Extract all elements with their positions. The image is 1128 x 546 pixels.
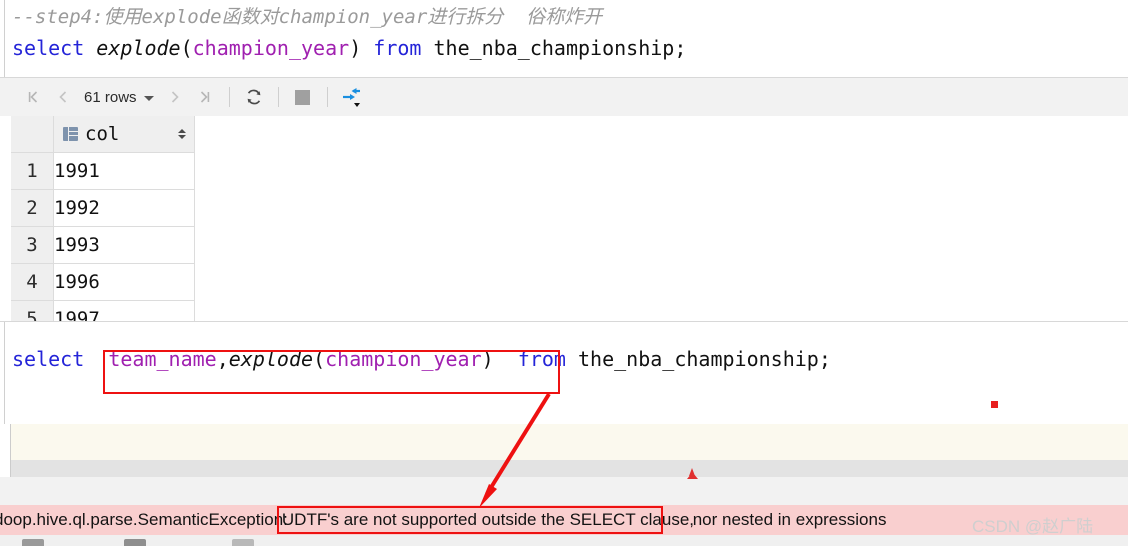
- sort-arrows-icon[interactable]: [177, 129, 186, 139]
- row-number: 3: [11, 226, 54, 264]
- sort-asc-arrow: [177, 129, 186, 133]
- paren-close: ): [349, 36, 362, 60]
- result-toolbar: 61 rows: [0, 78, 1128, 117]
- sql-editor-top[interactable]: --step4:使用explode函数对champion_year进行拆分 俗称…: [0, 0, 1128, 78]
- error-prefix: doop.hive.ql.parse.SemanticException:: [0, 510, 288, 529]
- error-suffix: nor nested in expressions: [688, 510, 887, 529]
- next-page-icon[interactable]: [160, 83, 190, 111]
- band-gutter-gray: [0, 460, 11, 477]
- table-row[interactable]: 5 1997: [11, 300, 195, 321]
- refresh-icon[interactable]: [239, 83, 269, 111]
- space2: [361, 36, 373, 60]
- row-number-header: [11, 116, 54, 153]
- red-square-marker: [991, 401, 998, 408]
- toolbar-separator-3: [326, 87, 328, 107]
- column-header-col[interactable]: col: [53, 116, 195, 153]
- sql-comment-line: --step4:使用explode函数对champion_year进行拆分 俗称…: [12, 6, 603, 28]
- chevron-down-icon: [143, 95, 154, 101]
- panel-divider-band: [11, 460, 1128, 477]
- bottom-status-strip: [0, 535, 1128, 546]
- keyword-from: from: [373, 36, 422, 60]
- table-name: the_nba_championship;: [433, 36, 687, 60]
- rows-count-dropdown[interactable]: 61 rows: [78, 89, 160, 106]
- keyword-select-2: select: [12, 347, 85, 371]
- table-name-2: the_nba_championship;: [578, 347, 831, 371]
- red-caret-marker: [687, 468, 698, 480]
- red-highlight-box-code: [103, 350, 560, 394]
- stop-square: [295, 89, 311, 105]
- cell-col[interactable]: 1996: [53, 263, 195, 301]
- status-icon-1[interactable]: [22, 539, 44, 546]
- first-page-icon[interactable]: [18, 83, 48, 111]
- band-gutter-cream: [0, 424, 11, 460]
- column-header-label: col: [85, 123, 120, 145]
- function-explode: explode: [96, 36, 181, 60]
- prev-page-icon[interactable]: [48, 83, 78, 111]
- cell-col[interactable]: 1997: [53, 300, 195, 321]
- table-row[interactable]: 3 1993: [11, 226, 195, 264]
- table-body: 1 1991 2 1992 3 1993 4 1996 5 1997: [11, 152, 195, 321]
- result-grid[interactable]: col 1 1991 2 1992 3 1993 4 1996 5 1997: [0, 116, 1128, 321]
- table-row[interactable]: 1 1991: [11, 152, 195, 190]
- row-number: 1: [11, 152, 54, 190]
- table-header-row: col: [11, 116, 195, 153]
- red-highlight-box-error: [277, 506, 663, 534]
- toolbar-padding: [0, 97, 18, 98]
- editor-gutter-top: [0, 0, 5, 77]
- stop-icon[interactable]: [288, 83, 318, 111]
- paren-open: (: [180, 36, 193, 60]
- result-table: col 1 1991 2 1992 3 1993 4 1996 5 1997: [11, 116, 195, 321]
- row-number: 4: [11, 263, 54, 301]
- row-number: 5: [11, 300, 54, 321]
- identifier-champion-year: champion_year: [192, 36, 350, 60]
- editor-gutter-bottom: [0, 322, 5, 425]
- transpose-icon[interactable]: [337, 83, 367, 111]
- csdn-watermark: CSDN @赵广陆: [972, 517, 1094, 536]
- status-icon-2[interactable]: [124, 539, 146, 546]
- sql-statement-line-1: select explode(champion_year) from the_n…: [12, 36, 686, 60]
- keyword-select: select: [12, 36, 85, 60]
- status-panel-band: [0, 477, 1128, 505]
- last-page-icon[interactable]: [190, 83, 220, 111]
- cell-col[interactable]: 1992: [53, 189, 195, 227]
- space3: [421, 36, 433, 60]
- space-c: [566, 347, 578, 371]
- table-row[interactable]: 4 1996: [11, 263, 195, 301]
- cell-col[interactable]: 1991: [53, 152, 195, 190]
- toolbar-separator-2: [277, 87, 279, 107]
- table-column-icon: [63, 127, 78, 141]
- rows-count-label: 61 rows: [84, 88, 137, 106]
- status-icon-3[interactable]: [232, 539, 254, 546]
- toolbar-separator-1: [228, 87, 230, 107]
- hive-sql-editor-screenshot: --step4:使用explode函数对champion_year进行拆分 俗称…: [0, 0, 1128, 546]
- editor-highlight-band: [11, 424, 1128, 460]
- cell-col[interactable]: 1993: [53, 226, 195, 264]
- table-row[interactable]: 2 1992: [11, 189, 195, 227]
- sort-desc-arrow: [177, 135, 186, 139]
- row-number: 2: [11, 189, 54, 227]
